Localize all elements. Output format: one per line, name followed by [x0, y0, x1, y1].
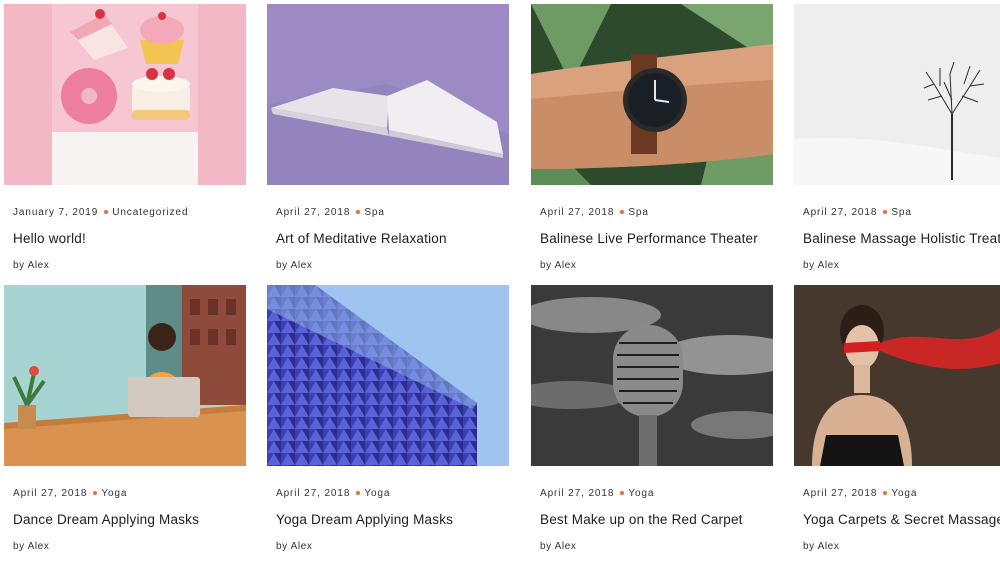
- meta-separator-dot: [104, 209, 109, 214]
- post-byline: by Alex: [267, 260, 509, 271]
- post-title-link[interactable]: Best Make up on the Red Carpet: [531, 512, 773, 527]
- post-category-link[interactable]: Yoga: [891, 488, 917, 499]
- woman-laptop-image: [4, 285, 246, 466]
- meta-separator-dot: [356, 490, 361, 495]
- post-author-link[interactable]: Alex: [818, 260, 840, 271]
- meta-separator-dot: [93, 490, 98, 495]
- post-date[interactable]: April 27, 2018: [803, 207, 877, 218]
- post-date[interactable]: April 27, 2018: [803, 488, 877, 499]
- post-author-link[interactable]: Alex: [818, 541, 840, 552]
- post-date[interactable]: April 27, 2018: [276, 488, 350, 499]
- byline-prefix: by: [803, 260, 815, 271]
- post-thumbnail-microphone[interactable]: [531, 285, 773, 466]
- post-byline: by Alex: [4, 541, 246, 552]
- post-thumbnail-building[interactable]: [267, 285, 509, 466]
- post-title-link[interactable]: Hello world!: [4, 231, 246, 246]
- post-date[interactable]: April 27, 2018: [276, 207, 350, 218]
- wristwatch-image: [531, 4, 773, 185]
- blue-building-image: [267, 285, 509, 466]
- meta-separator-dot: [620, 490, 625, 495]
- post-thumbnail-watch[interactable]: [531, 4, 773, 185]
- post-byline: by Alex: [267, 541, 509, 552]
- byline-prefix: by: [276, 541, 288, 552]
- post-category-link[interactable]: Yoga: [628, 488, 654, 499]
- post-thumbnail-tree[interactable]: [794, 4, 1000, 185]
- post-date[interactable]: April 27, 2018: [540, 488, 614, 499]
- post-author-link[interactable]: Alex: [28, 260, 50, 271]
- post-byline: by Alex: [531, 260, 773, 271]
- post-card: April 27, 2018 Spa Art of Meditative Rela…: [267, 4, 509, 271]
- post-card: April 27, 2018 Spa Balinese Live Performa…: [531, 4, 773, 271]
- meta-separator-dot: [883, 209, 888, 214]
- desserts-image: [4, 4, 246, 185]
- post-meta: April 27, 2018 Yoga: [4, 488, 246, 499]
- post-byline: by Alex: [531, 541, 773, 552]
- byline-prefix: by: [13, 541, 25, 552]
- meta-separator-dot: [356, 209, 361, 214]
- post-thumbnail-desserts[interactable]: [4, 4, 246, 185]
- blog-post-grid: January 7, 2019 Uncategorized Hello world…: [0, 0, 1000, 574]
- post-byline: by Alex: [4, 260, 246, 271]
- post-title-link[interactable]: Balinese Massage Holistic Treatment: [794, 231, 1000, 246]
- post-card: April 27, 2018 Yoga Yoga Dream Applying M…: [267, 285, 509, 552]
- post-title-link[interactable]: Dance Dream Applying Masks: [4, 512, 246, 527]
- post-card: April 27, 2018 Yoga Yoga Carpets & Secret…: [794, 285, 1000, 552]
- post-card: April 27, 2018 Spa Balinese Massage Holis…: [794, 4, 1000, 271]
- post-author-link[interactable]: Alex: [291, 541, 313, 552]
- post-title-link[interactable]: Yoga Dream Applying Masks: [267, 512, 509, 527]
- post-meta: April 27, 2018 Spa: [794, 207, 1000, 218]
- post-author-link[interactable]: Alex: [291, 260, 313, 271]
- post-category-link[interactable]: Uncategorized: [112, 207, 188, 218]
- post-meta: April 27, 2018 Spa: [531, 207, 773, 218]
- post-card: January 7, 2019 Uncategorized Hello world…: [4, 4, 246, 271]
- post-title-link[interactable]: Art of Meditative Relaxation: [267, 231, 509, 246]
- post-meta: April 27, 2018 Yoga: [794, 488, 1000, 499]
- byline-prefix: by: [540, 541, 552, 552]
- byline-prefix: by: [803, 541, 815, 552]
- open-book-image: [267, 4, 509, 185]
- post-date[interactable]: January 7, 2019: [13, 207, 98, 218]
- post-category-link[interactable]: Spa: [628, 207, 649, 218]
- post-author-link[interactable]: Alex: [555, 260, 577, 271]
- post-author-link[interactable]: Alex: [28, 541, 50, 552]
- post-meta: April 27, 2018 Yoga: [531, 488, 773, 499]
- post-thumbnail-laptop[interactable]: [4, 285, 246, 466]
- post-author-link[interactable]: Alex: [555, 541, 577, 552]
- post-date[interactable]: April 27, 2018: [540, 207, 614, 218]
- post-category-link[interactable]: Spa: [891, 207, 912, 218]
- meta-separator-dot: [620, 209, 625, 214]
- post-card: April 27, 2018 Yoga Best Make up on the R…: [531, 285, 773, 552]
- post-thumbnail-ribbon[interactable]: [794, 285, 1000, 466]
- lone-tree-image: [794, 4, 1000, 185]
- byline-prefix: by: [13, 260, 25, 271]
- post-category-link[interactable]: Spa: [364, 207, 385, 218]
- byline-prefix: by: [540, 260, 552, 271]
- post-title-link[interactable]: Yoga Carpets & Secret Massages: [794, 512, 1000, 527]
- post-meta: April 27, 2018 Spa: [267, 207, 509, 218]
- post-card: April 27, 2018 Yoga Dance Dream Applying …: [4, 285, 246, 552]
- post-meta: April 27, 2018 Yoga: [267, 488, 509, 499]
- post-meta: January 7, 2019 Uncategorized: [4, 207, 246, 218]
- post-date[interactable]: April 27, 2018: [13, 488, 87, 499]
- post-category-link[interactable]: Yoga: [101, 488, 127, 499]
- post-thumbnail-book[interactable]: [267, 4, 509, 185]
- post-byline: by Alex: [794, 541, 1000, 552]
- meta-separator-dot: [883, 490, 888, 495]
- microphone-image: [531, 285, 773, 466]
- post-title-link[interactable]: Balinese Live Performance Theater: [531, 231, 773, 246]
- post-category-link[interactable]: Yoga: [364, 488, 390, 499]
- post-byline: by Alex: [794, 260, 1000, 271]
- byline-prefix: by: [276, 260, 288, 271]
- red-ribbon-woman-image: [794, 285, 1000, 466]
